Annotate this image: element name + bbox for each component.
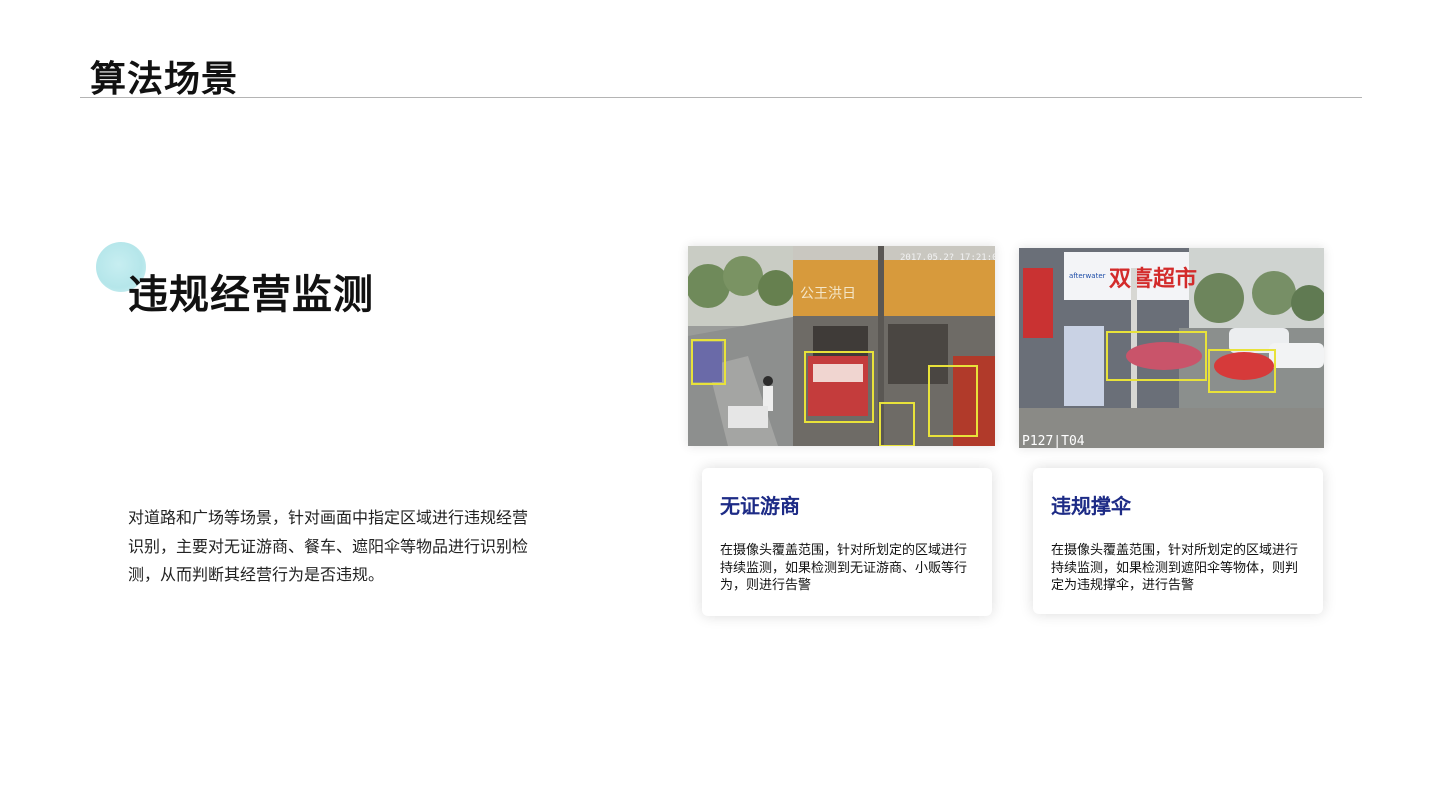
card-unlicensed-vendor: 无证游商 在摄像头覆盖范围，针对所划定的区域进行持续监测，如果检测到无证游商、小… <box>702 468 992 616</box>
shop-sign-text: 公王洪日 <box>800 286 856 302</box>
title-divider <box>80 97 1362 98</box>
card-text: 在摄像头覆盖范围，针对所划定的区域进行持续监测，如果检测到遮阳伞等物体，则判定为… <box>1051 543 1299 593</box>
umbrella-scene: 双喜超市 afterwater P127|T04 <box>1019 248 1324 448</box>
card-title: 无证游商 <box>720 494 800 518</box>
store-sign-small: afterwater <box>1069 272 1106 280</box>
card-text: 在摄像头覆盖范围，针对所划定的区域进行持续监测，如果检测到无证游商、小贩等行为，… <box>720 543 968 593</box>
card-title: 违规撑伞 <box>1051 494 1131 518</box>
street-vendor-photo: 公王洪日 2017.05.2? 17:21:00 <box>688 246 995 446</box>
page-title: 算法场景 <box>90 59 239 100</box>
umbrella-photo: 双喜超市 afterwater P127|T04 <box>1019 248 1324 448</box>
section-title: 违规经营监测 <box>128 272 374 318</box>
card-illegal-umbrella: 违规撑伞 在摄像头覆盖范围，针对所划定的区域进行持续监测，如果检测到遮阳伞等物体… <box>1033 468 1323 614</box>
street-vendor-scene: 公王洪日 2017.05.2? 17:21:00 <box>688 246 995 446</box>
camera-id: P127|T04 <box>1022 434 1085 448</box>
section-description: 对道路和广场等场景，针对画面中指定区域进行违规经营识别，主要对无证游商、餐车、遮… <box>128 508 529 584</box>
left-timestamp: 2017.05.2? 17:21:00 <box>900 253 995 263</box>
store-sign: 双喜超市 <box>1109 266 1197 292</box>
